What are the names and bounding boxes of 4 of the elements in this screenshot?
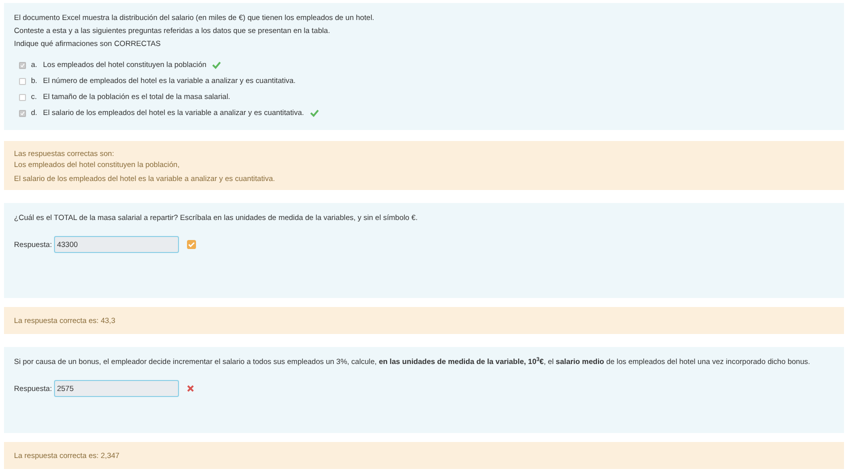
checkbox[interactable] [19,78,26,84]
checkbox[interactable] [19,110,26,116]
checkbox[interactable] [19,94,26,100]
checkbox[interactable] [19,62,26,68]
